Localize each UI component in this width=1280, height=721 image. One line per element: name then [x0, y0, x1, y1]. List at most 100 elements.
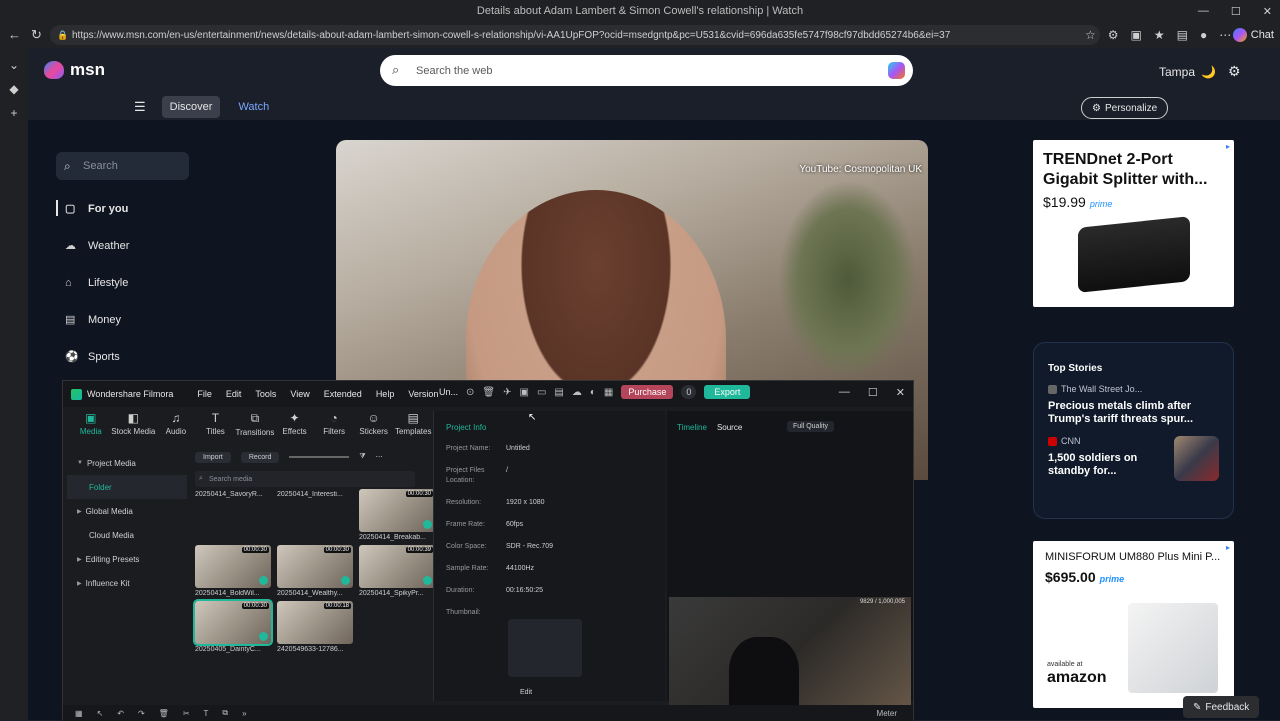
- menu-tools[interactable]: Tools: [255, 389, 276, 399]
- split-screen-icon[interactable]: ▣: [1131, 28, 1142, 42]
- tree-item-influence-kit[interactable]: ▶ Influence Kit: [67, 571, 187, 595]
- media-item[interactable]: 00:00:18 2420549633-12786...: [277, 601, 353, 653]
- collections-icon[interactable]: ▤: [1177, 28, 1188, 42]
- personalize-button[interactable]: ⚙ Personalize: [1081, 97, 1169, 119]
- redo-icon[interactable]: ↷: [138, 709, 145, 718]
- credit-counter[interactable]: 0: [681, 385, 697, 399]
- media-item[interactable]: 20250414_SavoryR...: [195, 489, 271, 541]
- extensions-icon[interactable]: ⚙: [1108, 28, 1119, 42]
- star-icon[interactable]: ☆: [1085, 28, 1096, 42]
- maximize-icon[interactable]: ☐: [868, 386, 878, 399]
- ad-trendnet[interactable]: ▸ TRENDnet 2-Port Gigabit Splitter with.…: [1033, 140, 1234, 307]
- more-icon[interactable]: »: [242, 709, 246, 718]
- send-icon[interactable]: ✈: [503, 387, 511, 398]
- web-search-input[interactable]: ⌕ Search the web: [380, 55, 913, 86]
- maximize-icon[interactable]: ☐: [1231, 5, 1241, 18]
- minimize-icon[interactable]: —: [839, 386, 850, 399]
- media-item[interactable]: 20250414_Interesti...: [277, 489, 353, 541]
- tool-effects[interactable]: ✦ Effects: [275, 407, 315, 447]
- tab-timeline[interactable]: Timeline: [677, 423, 707, 432]
- media-item[interactable]: 00:00:39 20250414_SpikyPr...: [359, 545, 435, 597]
- tool-audio[interactable]: ♫ Audio: [156, 407, 196, 447]
- purchase-button[interactable]: Purchase: [621, 385, 674, 399]
- media-item[interactable]: 00:00:30 20250414_BoldWil...: [195, 545, 271, 597]
- tree-item-global-media[interactable]: ▶ Global Media: [67, 499, 187, 523]
- tree-item-editing-presets[interactable]: ▶ Editing Presets: [67, 547, 187, 571]
- save-icon[interactable]: ▤: [554, 387, 563, 398]
- nav-item-lifestyle[interactable]: ⌂ Lifestyle: [56, 264, 216, 301]
- more-icon[interactable]: ⋯: [1219, 28, 1231, 42]
- menu-icon[interactable]: ☰: [134, 99, 146, 115]
- crop-icon[interactable]: ⧉: [222, 708, 228, 718]
- close-icon[interactable]: ✕: [1263, 5, 1272, 18]
- thumbnail-preview[interactable]: [508, 619, 582, 677]
- ad-info-icon[interactable]: ▸: [1226, 142, 1230, 151]
- feedback-button[interactable]: ✎ Feedback: [1183, 696, 1260, 718]
- screen-icon[interactable]: ▭: [537, 387, 546, 398]
- nav-item-money[interactable]: ▤ Money: [56, 301, 216, 338]
- msn-logo[interactable]: msn: [44, 60, 105, 80]
- tab-source[interactable]: Source: [717, 423, 742, 432]
- menu-extended[interactable]: Extended: [324, 389, 362, 399]
- tool-templates[interactable]: ▤ Templates: [393, 407, 433, 447]
- tool-stickers[interactable]: ☺ Stickers: [354, 407, 394, 447]
- status-icon[interactable]: ⊙: [466, 387, 474, 398]
- nav-item-for-you[interactable]: ▢ For you: [56, 190, 216, 227]
- ad-minisforum[interactable]: ▸ MINISFORUM UM880 Plus Mini P... $695.0…: [1033, 541, 1234, 708]
- story-headline[interactable]: Precious metals climb after Trump's tari…: [1048, 400, 1219, 426]
- media-item[interactable]: 00:00:30 20250414_Wealthy...: [277, 545, 353, 597]
- tool-filters[interactable]: ◔ Filters: [314, 407, 354, 447]
- refresh-icon[interactable]: ↻: [31, 27, 42, 43]
- close-icon[interactable]: ✕: [896, 386, 905, 399]
- layout-icon[interactable]: ▣: [520, 387, 529, 398]
- filter-icon[interactable]: ⧩: [359, 453, 365, 461]
- ad-info-icon[interactable]: ▸: [1226, 543, 1230, 552]
- headset-icon[interactable]: ◐: [590, 387, 596, 398]
- delete-icon[interactable]: 🗑: [159, 709, 169, 718]
- export-button[interactable]: Export: [704, 385, 751, 399]
- story-item[interactable]: CNN 1,500 soldiers on standby for...: [1048, 436, 1219, 488]
- record-button[interactable]: Record: [240, 451, 280, 463]
- nav-item-sports[interactable]: ⚽ Sports: [56, 338, 216, 375]
- import-button[interactable]: Import: [195, 451, 231, 463]
- tab-watch[interactable]: Watch: [230, 96, 277, 118]
- meter-label[interactable]: Meter: [877, 709, 897, 718]
- more-icon[interactable]: ⋯: [376, 453, 383, 461]
- sidebar-search-input[interactable]: ⌕ Search: [56, 152, 189, 180]
- quality-dropdown[interactable]: Full Quality: [787, 421, 835, 432]
- tree-item-project-media[interactable]: ▼ Project Media: [67, 451, 187, 475]
- copilot-chat-button[interactable]: Chat: [1232, 26, 1274, 44]
- back-icon[interactable]: ←: [8, 27, 21, 43]
- nav-item-weather[interactable]: ☁ Weather: [56, 227, 216, 264]
- grid-icon[interactable]: ▦: [75, 709, 83, 718]
- favorites-icon[interactable]: ★: [1154, 28, 1165, 42]
- add-tab-icon[interactable]: +: [0, 106, 28, 120]
- menu-file[interactable]: File: [197, 389, 212, 399]
- cut-icon[interactable]: ✂: [183, 709, 190, 718]
- weather-city[interactable]: Tampa 🌙: [1159, 65, 1216, 79]
- zoom-slider[interactable]: [289, 456, 350, 458]
- tool-titles[interactable]: T Titles: [196, 407, 236, 447]
- copilot-icon[interactable]: [888, 62, 905, 79]
- menu-help[interactable]: Help: [376, 389, 395, 399]
- media-item[interactable]: 00:00:30 20250414_Breakab...: [359, 489, 435, 541]
- grid-icon[interactable]: ▦: [604, 387, 613, 398]
- tab-discover[interactable]: Discover: [161, 96, 221, 118]
- tool-media[interactable]: ▣ Media: [71, 407, 111, 447]
- menu-version[interactable]: Version: [408, 389, 438, 399]
- media-search-input[interactable]: ⌕ Search media: [195, 471, 415, 487]
- menu-edit[interactable]: Edit: [226, 389, 242, 399]
- edit-thumbnail-button[interactable]: Edit: [520, 689, 532, 696]
- pointer-icon[interactable]: ↖: [97, 709, 104, 718]
- tool-transitions[interactable]: ⧉ Transitions: [235, 407, 275, 447]
- undo-icon[interactable]: ↶: [117, 709, 124, 718]
- tree-item-cloud-media[interactable]: Cloud Media: [67, 523, 187, 547]
- msn-tab-icon[interactable]: ◆: [0, 82, 28, 96]
- menu-view[interactable]: View: [290, 389, 309, 399]
- profile-icon[interactable]: ●: [1200, 28, 1207, 42]
- tree-item-folder[interactable]: Folder: [67, 475, 187, 499]
- cloud-icon[interactable]: ☁: [572, 387, 582, 398]
- gear-icon[interactable]: ⚙: [1228, 63, 1241, 80]
- trash-icon[interactable]: 🗑: [482, 387, 495, 398]
- chevron-down-icon[interactable]: ⌄: [0, 58, 28, 72]
